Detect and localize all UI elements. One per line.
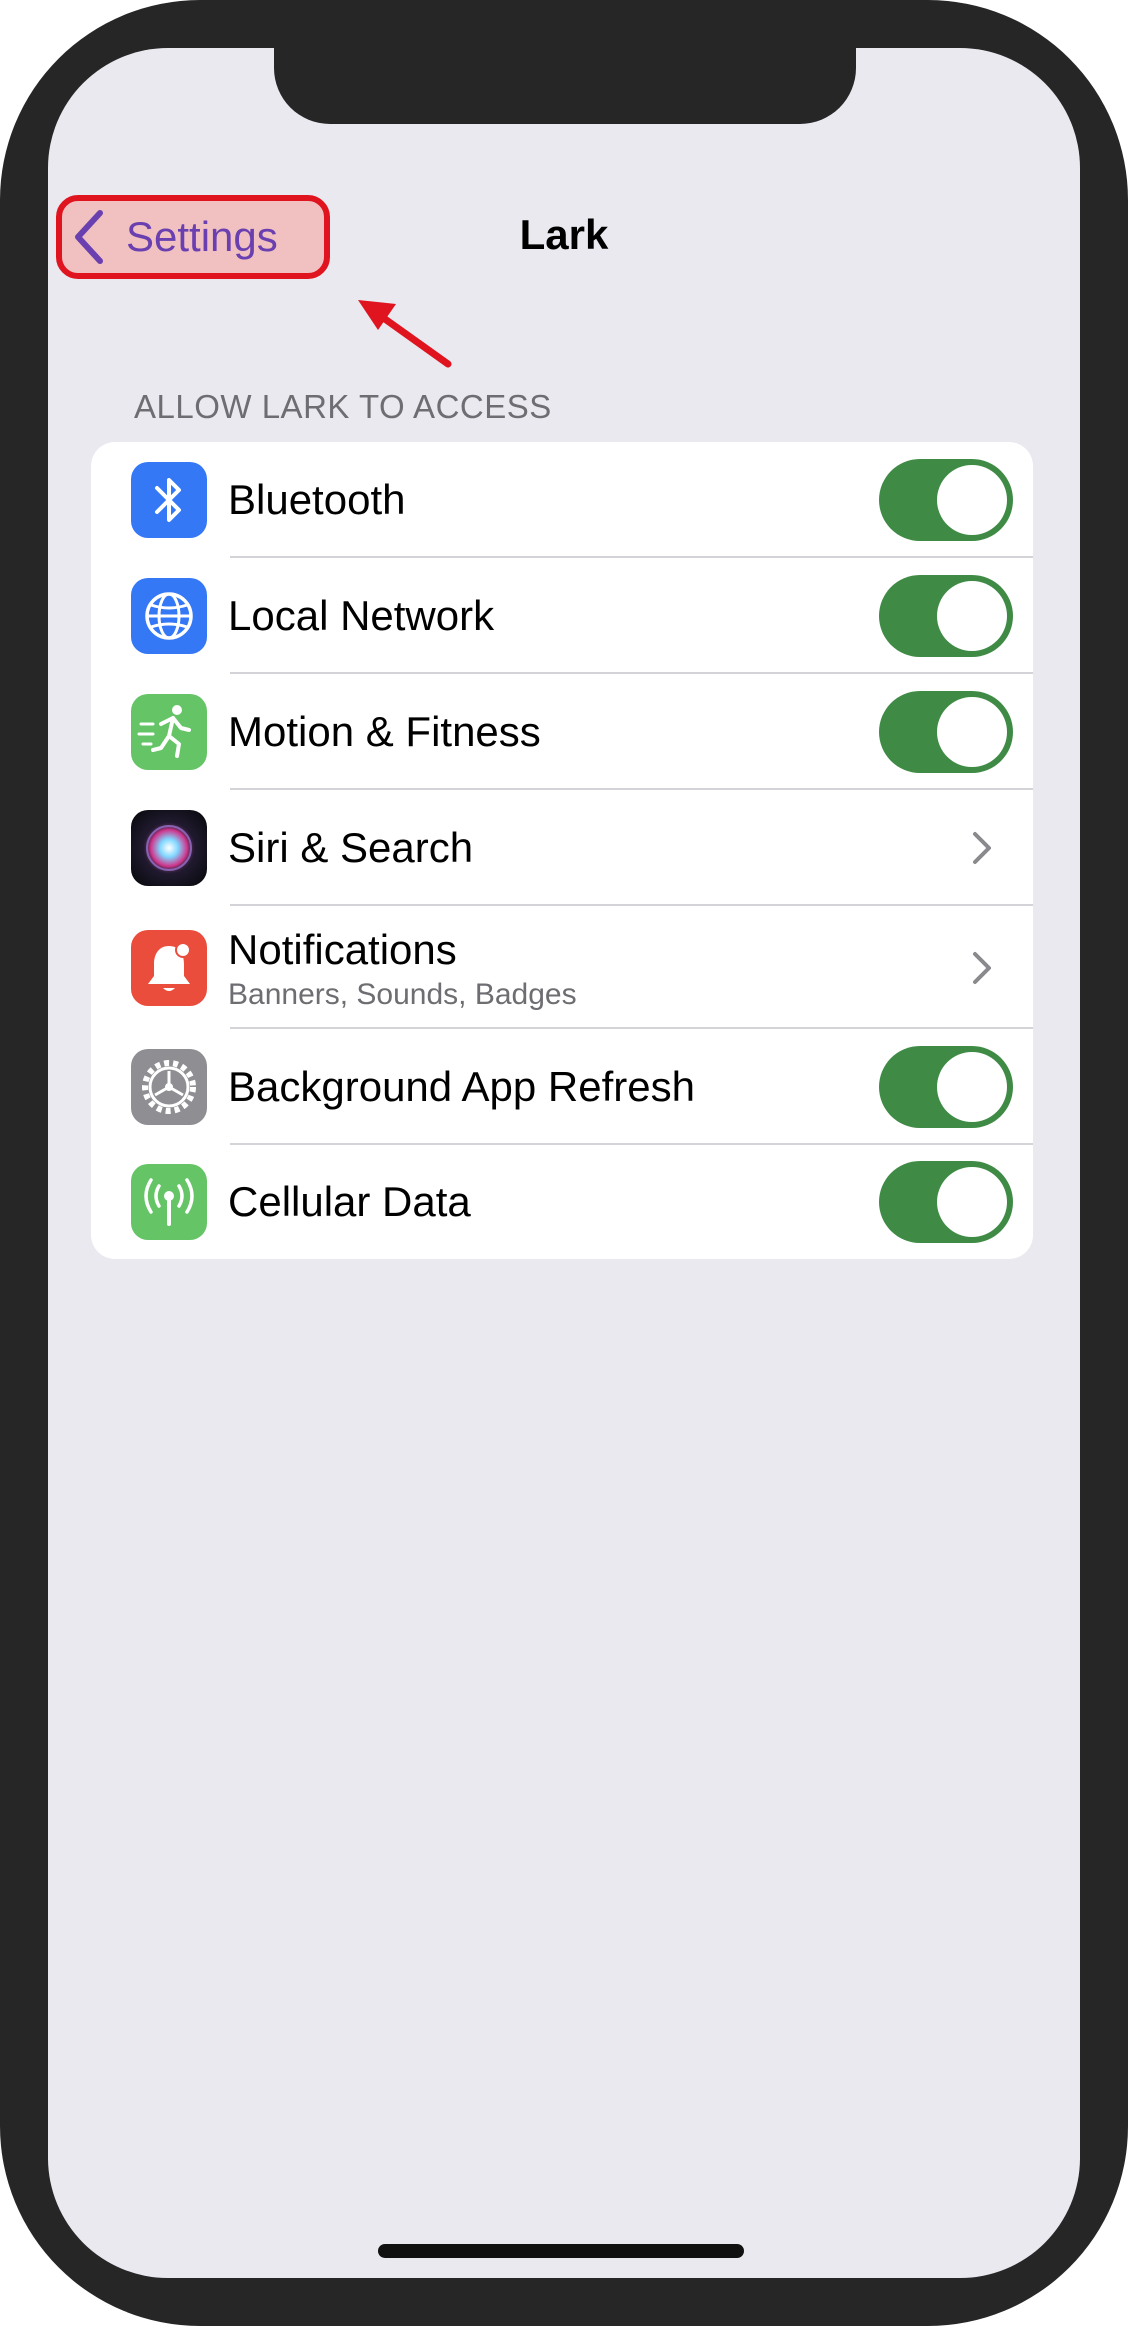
bluetooth-icon — [131, 462, 207, 538]
home-indicator[interactable] — [378, 2244, 744, 2258]
bluetooth-toggle[interactable] — [879, 459, 1013, 541]
cellular-data-toggle[interactable] — [879, 1161, 1013, 1243]
notch — [274, 48, 856, 124]
toggle-knob — [937, 697, 1007, 767]
globe-icon — [131, 578, 207, 654]
gear-icon — [131, 1049, 207, 1125]
row-background-app-refresh: Background App Refresh — [91, 1029, 1033, 1145]
toggle-knob — [937, 581, 1007, 651]
toggle-knob — [937, 465, 1007, 535]
antenna-icon — [131, 1164, 207, 1240]
row-label: Cellular Data — [228, 1178, 471, 1225]
row-local-network: Local Network — [91, 558, 1033, 674]
toggle-knob — [937, 1052, 1007, 1122]
background-refresh-toggle[interactable] — [879, 1046, 1013, 1128]
screen: Settings Lark ALLOW LARK TO ACCESS Bluet… — [48, 48, 1080, 2278]
settings-group: Bluetooth Local Network Motion & Fitness… — [91, 442, 1033, 1259]
row-label: Background App Refresh — [228, 1063, 695, 1110]
row-label: Motion & Fitness — [228, 708, 541, 755]
row-label: Siri & Search — [228, 824, 474, 871]
chevron-right-icon — [973, 952, 991, 984]
bell-icon — [131, 930, 207, 1006]
row-bluetooth: Bluetooth — [91, 442, 1033, 558]
siri-icon — [131, 810, 207, 886]
motion-fitness-toggle[interactable] — [879, 691, 1013, 773]
row-cellular-data: Cellular Data — [91, 1145, 1033, 1259]
running-figure-icon — [131, 694, 207, 770]
row-sublabel: Banners, Sounds, Badges — [228, 978, 577, 1011]
row-label: Local Network — [228, 592, 495, 639]
row-motion-fitness: Motion & Fitness — [91, 674, 1033, 790]
page-title: Lark — [519, 211, 609, 258]
annotation-arrow-icon — [358, 300, 452, 368]
row-label: Notifications — [228, 926, 457, 973]
row-notifications[interactable]: Notifications Banners, Sounds, Badges — [91, 906, 1033, 1029]
local-network-toggle[interactable] — [879, 575, 1013, 657]
row-siri-search[interactable]: Siri & Search — [91, 790, 1033, 906]
device-frame: Settings Lark ALLOW LARK TO ACCESS Bluet… — [0, 0, 1128, 2326]
toggle-knob — [937, 1167, 1007, 1237]
section-header: ALLOW LARK TO ACCESS — [134, 388, 552, 425]
row-label: Bluetooth — [228, 476, 406, 523]
chevron-right-icon — [973, 832, 991, 864]
